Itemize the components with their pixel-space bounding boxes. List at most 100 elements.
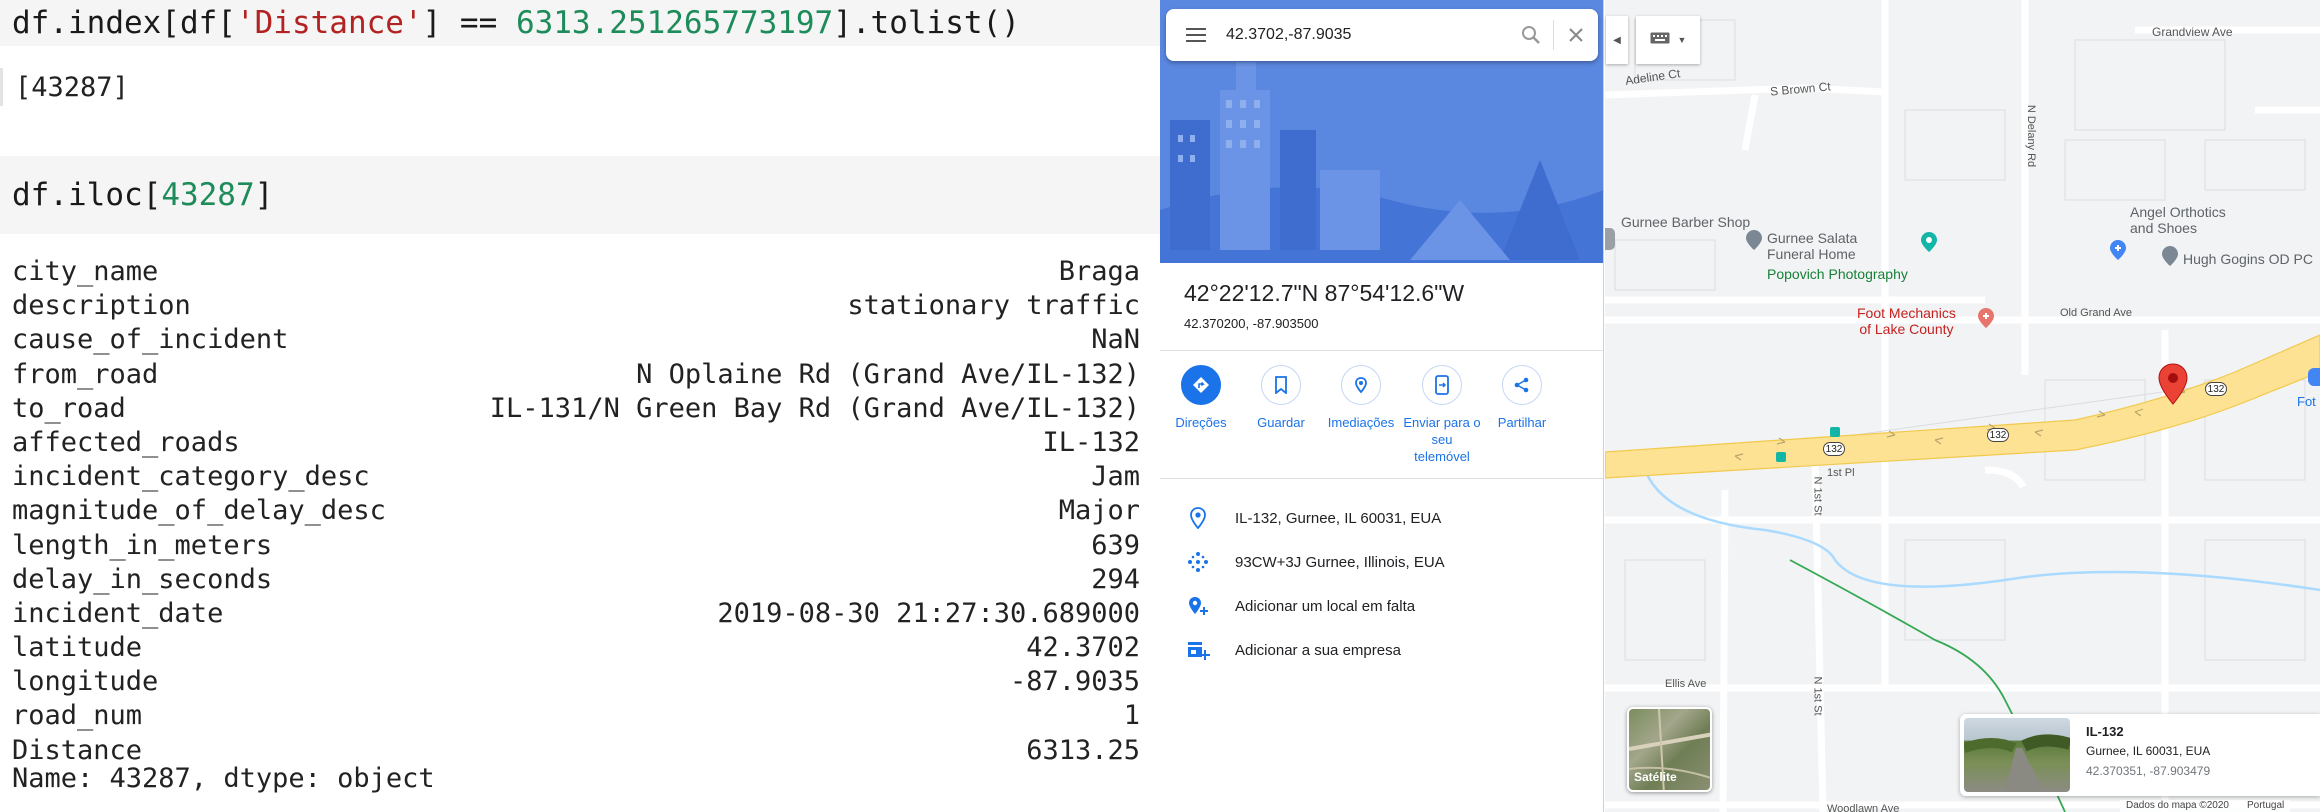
poi-label: Gurnee Salata Funeral Home [1767,230,1858,262]
series-row: cause_of_incident NaN [12,323,1140,357]
series-row: affected_roads IL-132 [12,426,1140,460]
series-row: road_num 1 [12,699,1140,733]
series-value: Major [1058,495,1140,527]
series-value: 6313.25 [1026,734,1140,766]
code-cell-1[interactable]: df.index[df['Distance'] == 6313.25126577… [0,0,1160,46]
directions-icon [1181,365,1221,405]
add-business-icon [1160,639,1235,661]
series-value: IL-132 [1042,426,1140,458]
info-text: Adicionar a sua empresa [1235,641,1401,659]
map-canvas[interactable]: Grandview Ave Adeline Ct S Brown Ct N De… [1605,0,2320,812]
series-row: incident_date 2019-08-30 21:27:30.689000 [12,597,1140,631]
divider [1160,350,1603,351]
divider [1160,478,1603,479]
maps-side-panel: 42.3702,-87.9035 42°22'12.7"N 87°54'12.6… [1160,0,1604,812]
add-place-row[interactable]: Adicionar um local em falta [1160,584,1603,628]
series-key: road_num [12,700,143,732]
close-icon[interactable] [1554,9,1598,61]
street-label: Old Grand Ave [2060,307,2132,319]
series-value: stationary traffic [847,290,1140,322]
save-button[interactable]: Guardar [1241,365,1321,431]
action-label: Guardar [1257,415,1305,430]
info-text: IL-132, Gurnee, IL 60031, EUA [1235,509,1442,527]
series-value: NaN [1091,324,1140,356]
series-row: latitude 42.3702 [12,631,1140,665]
poi-label: Angel Orthotics and Shoes [2130,204,2226,236]
medical-poi-icon[interactable] [1978,308,1994,333]
satellite-layer-toggle[interactable]: Satélite [1627,707,1712,792]
place-preview-card[interactable]: IL-132 Gurnee, IL 60031, EUA 42.370351, … [1960,714,2320,796]
series-key: city_name [12,256,159,287]
add-business-row[interactable]: Adicionar a sua empresa [1160,628,1603,672]
street-label: N 1st St [1811,676,1824,716]
series-value: Jam [1091,461,1140,493]
bookmark-icon [1261,365,1301,405]
notebook-pane: df.index[df['Distance'] == 6313.25126577… [0,0,1160,812]
street-label: Woodlawn Ave [1827,803,1900,812]
map-base [1605,0,2320,812]
directions-button[interactable]: Direções [1161,365,1241,431]
series-output: city_name Braga description stationary traf… [12,255,1140,768]
action-label: Partilhar [1497,415,1547,430]
street-label: 1st Pl [1827,467,1855,479]
series-row: from_road N Oplaine Rd (Grand Ave/IL-132) [12,358,1140,392]
plus-code-row[interactable]: 93CW+3J Gurnee, Illinois, EUA [1160,540,1603,584]
series-key: length_in_meters [12,529,273,561]
place-coordinates: 42.370200, -87.903500 [1184,316,1319,331]
street-label: N 1st St [1811,476,1824,516]
share-button[interactable]: Partilhar [1482,365,1562,431]
series-key: to_road [12,392,126,424]
action-label: Direções [1175,415,1227,430]
series-key: description [12,290,191,322]
series-value: N Oplaine Rd (Grand Ave/IL-132) [636,358,1140,390]
street-label: Ellis Ave [1665,678,1707,690]
region-label[interactable]: Portugal [2247,800,2284,812]
poi-label: Foot Mechanics of Lake County [1857,305,1956,337]
location-pin-icon[interactable] [2158,363,2188,410]
poi-marker-icon[interactable] [2162,246,2178,271]
place-title: 42°22'12.7"N 87°54'12.6"W [1184,280,1465,306]
camera-poi-icon[interactable] [1921,232,1937,257]
series-key: from_road [12,358,159,390]
poi-label: Hugh Gogins OD PC [2183,251,2313,267]
series-value: 294 [1091,563,1140,595]
poi-label: Popovich Photography [1767,266,1908,282]
series-value: -87.9035 [1009,666,1140,698]
keyboard-icon [1650,31,1670,49]
code-string: 'Distance' [235,5,423,41]
search-input[interactable]: 42.3702,-87.9035 [1226,26,1509,44]
satellite-label: Satélite [1634,770,1677,784]
transit-icon[interactable] [1776,452,1786,462]
series-key: cause_of_incident [12,324,289,356]
map-data-credit[interactable]: Dados do mapa ©2020 [2126,800,2229,812]
send-to-phone-icon [1422,365,1462,405]
send-to-phone-button[interactable]: Enviar para o seu telemóvel [1402,365,1482,465]
medical-poi-icon[interactable] [2110,240,2126,265]
map-footer: Dados do mapa ©2020 Portugal [2120,800,2291,812]
code-cell-2[interactable]: df.iloc[43287] [0,156,1160,234]
series-value: 1 [1123,700,1140,732]
series-key: latitude [12,632,143,664]
route-shield: 132 [1987,428,2009,442]
poi-marker-icon[interactable] [1746,230,1762,255]
poi-marker-icon[interactable] [1605,228,1615,250]
poi-marker-icon[interactable] [2308,368,2320,386]
location-pin-icon [1160,507,1235,529]
card-title: IL-132 [2086,724,2124,739]
series-key: incident_category_desc [12,461,370,493]
code-number: 6313.251265773197 [515,5,834,41]
street-label: Grandview Ave [2152,25,2233,39]
code-text: ] [254,177,274,213]
series-key: longitude [12,666,159,698]
menu-icon[interactable] [1166,9,1226,61]
search-icon[interactable] [1509,9,1553,61]
series-key: delay_in_seconds [12,563,273,595]
input-tools-button[interactable]: ▼ [1636,16,1700,64]
transit-icon[interactable] [1830,427,1840,437]
nearby-button[interactable]: Imediações [1321,365,1401,431]
add-place-icon [1160,595,1235,617]
series-key: magnitude_of_delay_desc [12,495,386,527]
action-label: Imediações [1327,415,1395,430]
collapse-panel-button[interactable]: ◀ [1606,16,1628,64]
address-row[interactable]: IL-132, Gurnee, IL 60031, EUA [1160,496,1603,540]
